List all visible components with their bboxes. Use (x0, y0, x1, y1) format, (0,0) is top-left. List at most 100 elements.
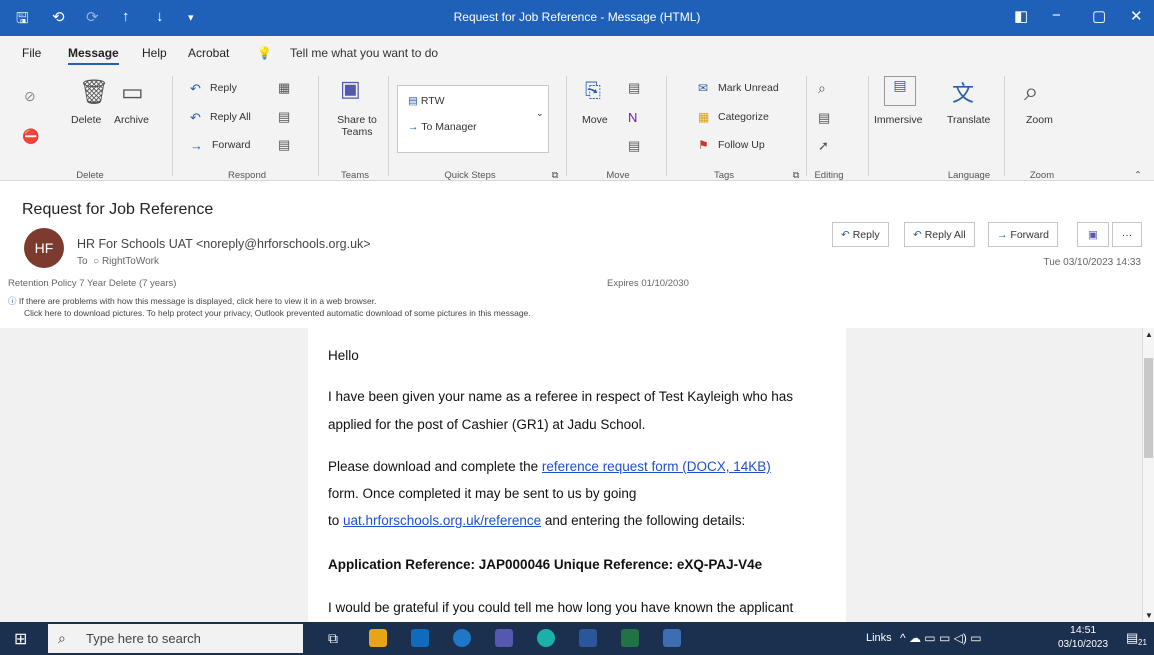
calculator-icon[interactable] (663, 629, 681, 647)
actions-icon[interactable]: ▤ (628, 138, 640, 154)
find-icon[interactable]: ⌕ (818, 80, 826, 97)
excel-icon[interactable] (621, 629, 639, 647)
menu-message[interactable]: Message (68, 46, 119, 65)
search-icon: ⌕ (58, 630, 66, 646)
onenote-icon[interactable]: N (628, 110, 637, 125)
info-bar-browser[interactable]: ⓘ If there are problems with how this me… (8, 295, 377, 307)
quick-steps-more-icon[interactable]: ⌄ (536, 108, 544, 119)
outlook-icon[interactable] (411, 629, 429, 647)
tags-launcher-icon[interactable]: ⧉ (790, 170, 802, 181)
recipient-name[interactable]: RightToWork (102, 256, 159, 267)
immersive-reader-button[interactable]: Immersive (874, 114, 922, 126)
taskbar-search[interactable]: ⌕ Type here to search (48, 624, 303, 653)
notification-icon[interactable]: ▤ (1126, 630, 1138, 646)
reply-action-button[interactable]: ↶ Reply (832, 222, 889, 247)
categorize-icon: ▦ (698, 110, 710, 124)
block-sender-icon[interactable]: ⛔ (22, 128, 39, 145)
scroll-up-icon[interactable]: ▲ (1145, 330, 1153, 339)
windows-start-icon[interactable]: ⊞ (14, 629, 27, 649)
greeting: Hello (328, 348, 359, 363)
reply-icon: ↶ (190, 81, 201, 96)
follow-up-button[interactable]: Follow Up (718, 139, 765, 151)
edge-legacy-icon[interactable] (453, 629, 471, 647)
presence-icon: ○ (90, 256, 100, 267)
links-toolbar[interactable]: Links (866, 632, 892, 644)
tray-icons[interactable]: ^ ☁ ▭ ▭ ◁) ▭ (900, 631, 982, 645)
word-icon[interactable] (579, 629, 597, 647)
sender-address[interactable]: HR For Schools UAT <noreply@hrforschools… (77, 237, 371, 251)
body-line-url: to uat.hrforschools.org.uk/reference and… (328, 513, 745, 528)
menu-acrobat[interactable]: Acrobat (188, 46, 229, 60)
delete-button[interactable]: Delete (71, 114, 101, 126)
body-text: to (328, 513, 344, 528)
scrollbar-thumb[interactable] (1144, 358, 1153, 458)
quick-step-to-manager[interactable]: → To Manager (408, 121, 477, 133)
ribbon-display-options-icon[interactable]: ◧ (1014, 7, 1028, 25)
clock-date[interactable]: 03/10/2023 (1058, 639, 1108, 650)
body-text: Please download and complete the (328, 459, 542, 474)
notification-count: 21 (1138, 638, 1147, 647)
related-icon[interactable]: ▤ (818, 110, 830, 126)
reply-all-button[interactable]: Reply All (210, 111, 251, 123)
reply-action-label: Reply (852, 229, 880, 241)
quick-steps-launcher-icon[interactable]: ⧉ (549, 170, 561, 181)
group-teams-label: Teams (341, 170, 369, 181)
to-label: To (77, 256, 88, 267)
sender-avatar[interactable]: HF (24, 228, 64, 268)
translate-button[interactable]: Translate (947, 114, 990, 126)
reference-url-link[interactable]: uat.hrforschools.org.uk/reference (343, 513, 541, 528)
zoom-button[interactable]: Zoom (1026, 114, 1053, 126)
expires-date: Expires 01/10/2030 (607, 278, 689, 289)
more-respond-icon[interactable]: ▤ (278, 137, 290, 153)
rtw-icon: ▤ (408, 95, 421, 107)
group-respond-label: Respond (227, 170, 267, 181)
delete-icon[interactable]: 🗑 (79, 78, 109, 107)
retention-policy: Retention Policy 7 Year Delete (7 years) (8, 278, 177, 289)
task-view-icon[interactable]: ⧉ (328, 630, 338, 647)
recipient-line: To ○ RightToWork (77, 256, 159, 267)
reply-button[interactable]: Reply (210, 82, 237, 94)
archive-icon[interactable]: ▭ (121, 78, 144, 107)
im-icon[interactable]: ▤ (278, 109, 290, 125)
edge-icon[interactable] (537, 629, 555, 647)
teams-taskbar-icon[interactable] (495, 629, 513, 647)
reference-form-link[interactable]: reference request form (DOCX, 14KB) (542, 459, 771, 474)
minimize-icon[interactable]: − (1052, 7, 1061, 24)
menu-bar: File Message Help Acrobat 💡 Tell me what… (0, 36, 1154, 70)
body-line: applied for the post of Cashier (GR1) at… (328, 417, 646, 432)
reply-all-action-button[interactable]: ↶ Reply All (904, 222, 975, 247)
more-actions-button[interactable]: ··· (1112, 222, 1142, 247)
ignore-icon[interactable]: ⊘ (24, 88, 36, 105)
lightbulb-icon: 💡 (257, 46, 272, 60)
quick-steps-gallery[interactable]: ▤ RTW → To Manager (397, 85, 549, 153)
collapse-ribbon-icon[interactable]: ⌃ (1132, 170, 1144, 181)
file-explorer-icon[interactable] (369, 629, 387, 647)
move-icon: ⎘ (585, 80, 601, 102)
share-to-teams-button[interactable]: Share to Teams (337, 114, 377, 138)
scroll-down-icon[interactable]: ▼ (1145, 611, 1153, 620)
menu-help[interactable]: Help (142, 46, 167, 60)
separator (868, 76, 869, 176)
rules-icon[interactable]: ▤ (628, 80, 640, 96)
separator (666, 76, 667, 176)
vertical-scrollbar[interactable]: ▲ ▼ (1142, 328, 1154, 622)
message-date: Tue 03/10/2023 14:33 (1043, 257, 1142, 268)
close-icon[interactable]: ✕ (1130, 7, 1143, 25)
info-bar-pictures[interactable]: Click here to download pictures. To help… (24, 308, 531, 318)
menu-file[interactable]: File (22, 46, 41, 60)
restore-icon[interactable]: ▢ (1092, 7, 1106, 25)
mark-unread-button[interactable]: Mark Unread (718, 82, 779, 94)
clock-time[interactable]: 14:51 (1070, 624, 1096, 636)
archive-button[interactable]: Archive (114, 114, 149, 126)
teams-action-button[interactable]: ▣ (1077, 222, 1109, 247)
forward-action-button[interactable]: → Forward (988, 222, 1058, 247)
move-button[interactable]: Move (582, 114, 608, 126)
tell-me-search[interactable]: Tell me what you want to do (290, 46, 438, 60)
quick-step-rtw[interactable]: ▤ RTW (408, 95, 445, 107)
categorize-button[interactable]: Categorize (718, 111, 769, 123)
message-subject: Request for Job Reference (22, 201, 214, 218)
group-tags-label: Tags (713, 170, 735, 181)
forward-button[interactable]: Forward (212, 139, 251, 151)
select-icon[interactable]: ➚ (818, 138, 829, 154)
meeting-icon[interactable]: ▦ (278, 80, 290, 96)
